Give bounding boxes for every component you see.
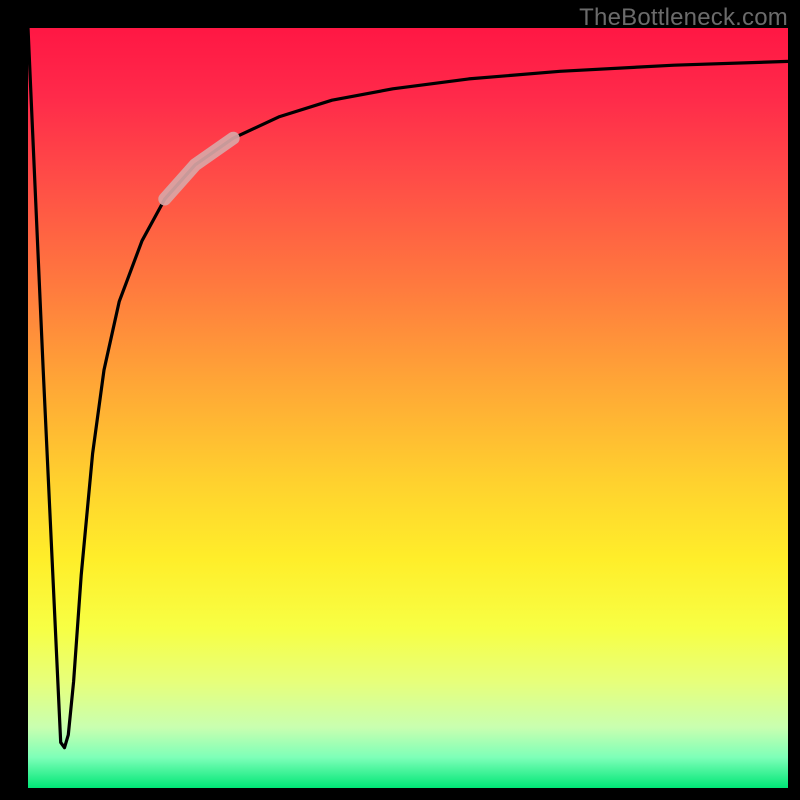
curve-layer — [28, 28, 788, 788]
curve-highlight — [165, 138, 233, 199]
bottleneck-curve — [28, 28, 788, 748]
chart-stage: TheBottleneck.com — [0, 0, 800, 800]
plot-area — [28, 28, 788, 788]
